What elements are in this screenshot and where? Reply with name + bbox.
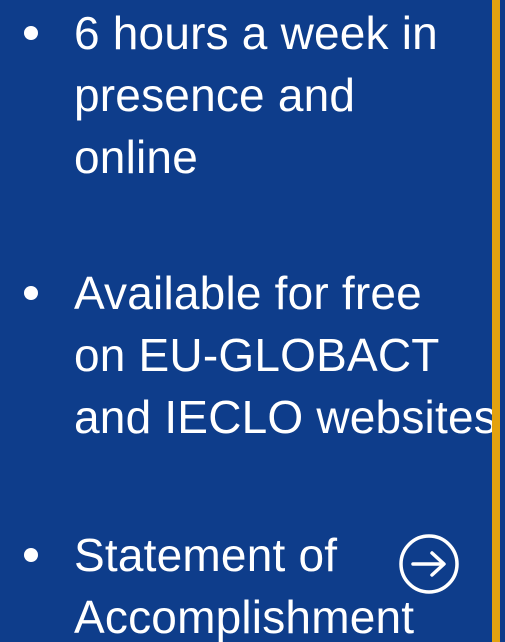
bullet-line: Available for free: [74, 267, 422, 319]
bullet-line: on EU-GLOBACT: [74, 329, 440, 381]
arrow-right-circle-icon[interactable]: [397, 532, 461, 596]
accent-bar: [492, 0, 500, 642]
bullet-line: 6 hours a week in: [74, 7, 438, 59]
bullet-dot: [24, 286, 38, 300]
bullet-line: presence and: [74, 69, 356, 121]
bullet-text: Available for free on EU-GLOBACT and IEC…: [74, 262, 504, 448]
bullet-dot: [24, 548, 38, 562]
bullet-dot: [24, 26, 38, 40]
slide: 6 hours a week in presence and online Av…: [0, 0, 505, 642]
bullet-line: online: [74, 131, 198, 183]
bullet-text: 6 hours a week in presence and online: [74, 2, 504, 188]
bullet-line: and IECLO websites: [74, 391, 497, 443]
